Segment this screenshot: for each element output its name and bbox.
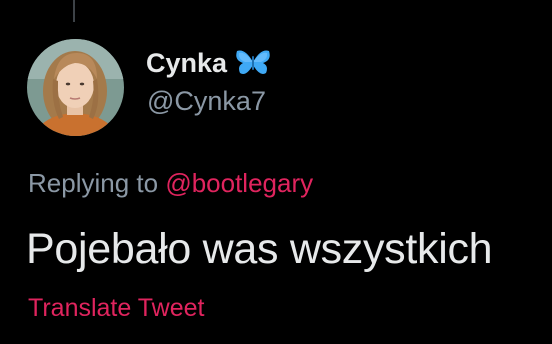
mention-link[interactable]: @bootlegary [165,168,313,198]
display-name[interactable]: Cynka [146,48,227,79]
avatar-image [27,39,124,136]
tweet-text: Pojebało was wszystkich [26,225,493,273]
avatar[interactable] [27,39,124,136]
translate-tweet-link[interactable]: Translate Tweet [28,294,204,323]
thread-connector-line [73,0,75,22]
user-handle[interactable]: @Cynka7 [147,86,266,117]
replying-to-line: Replying to @bootlegary [28,168,313,199]
butterfly-icon [235,48,271,78]
name-row: Cynka [146,46,271,80]
replying-to-label: Replying to [28,168,159,198]
